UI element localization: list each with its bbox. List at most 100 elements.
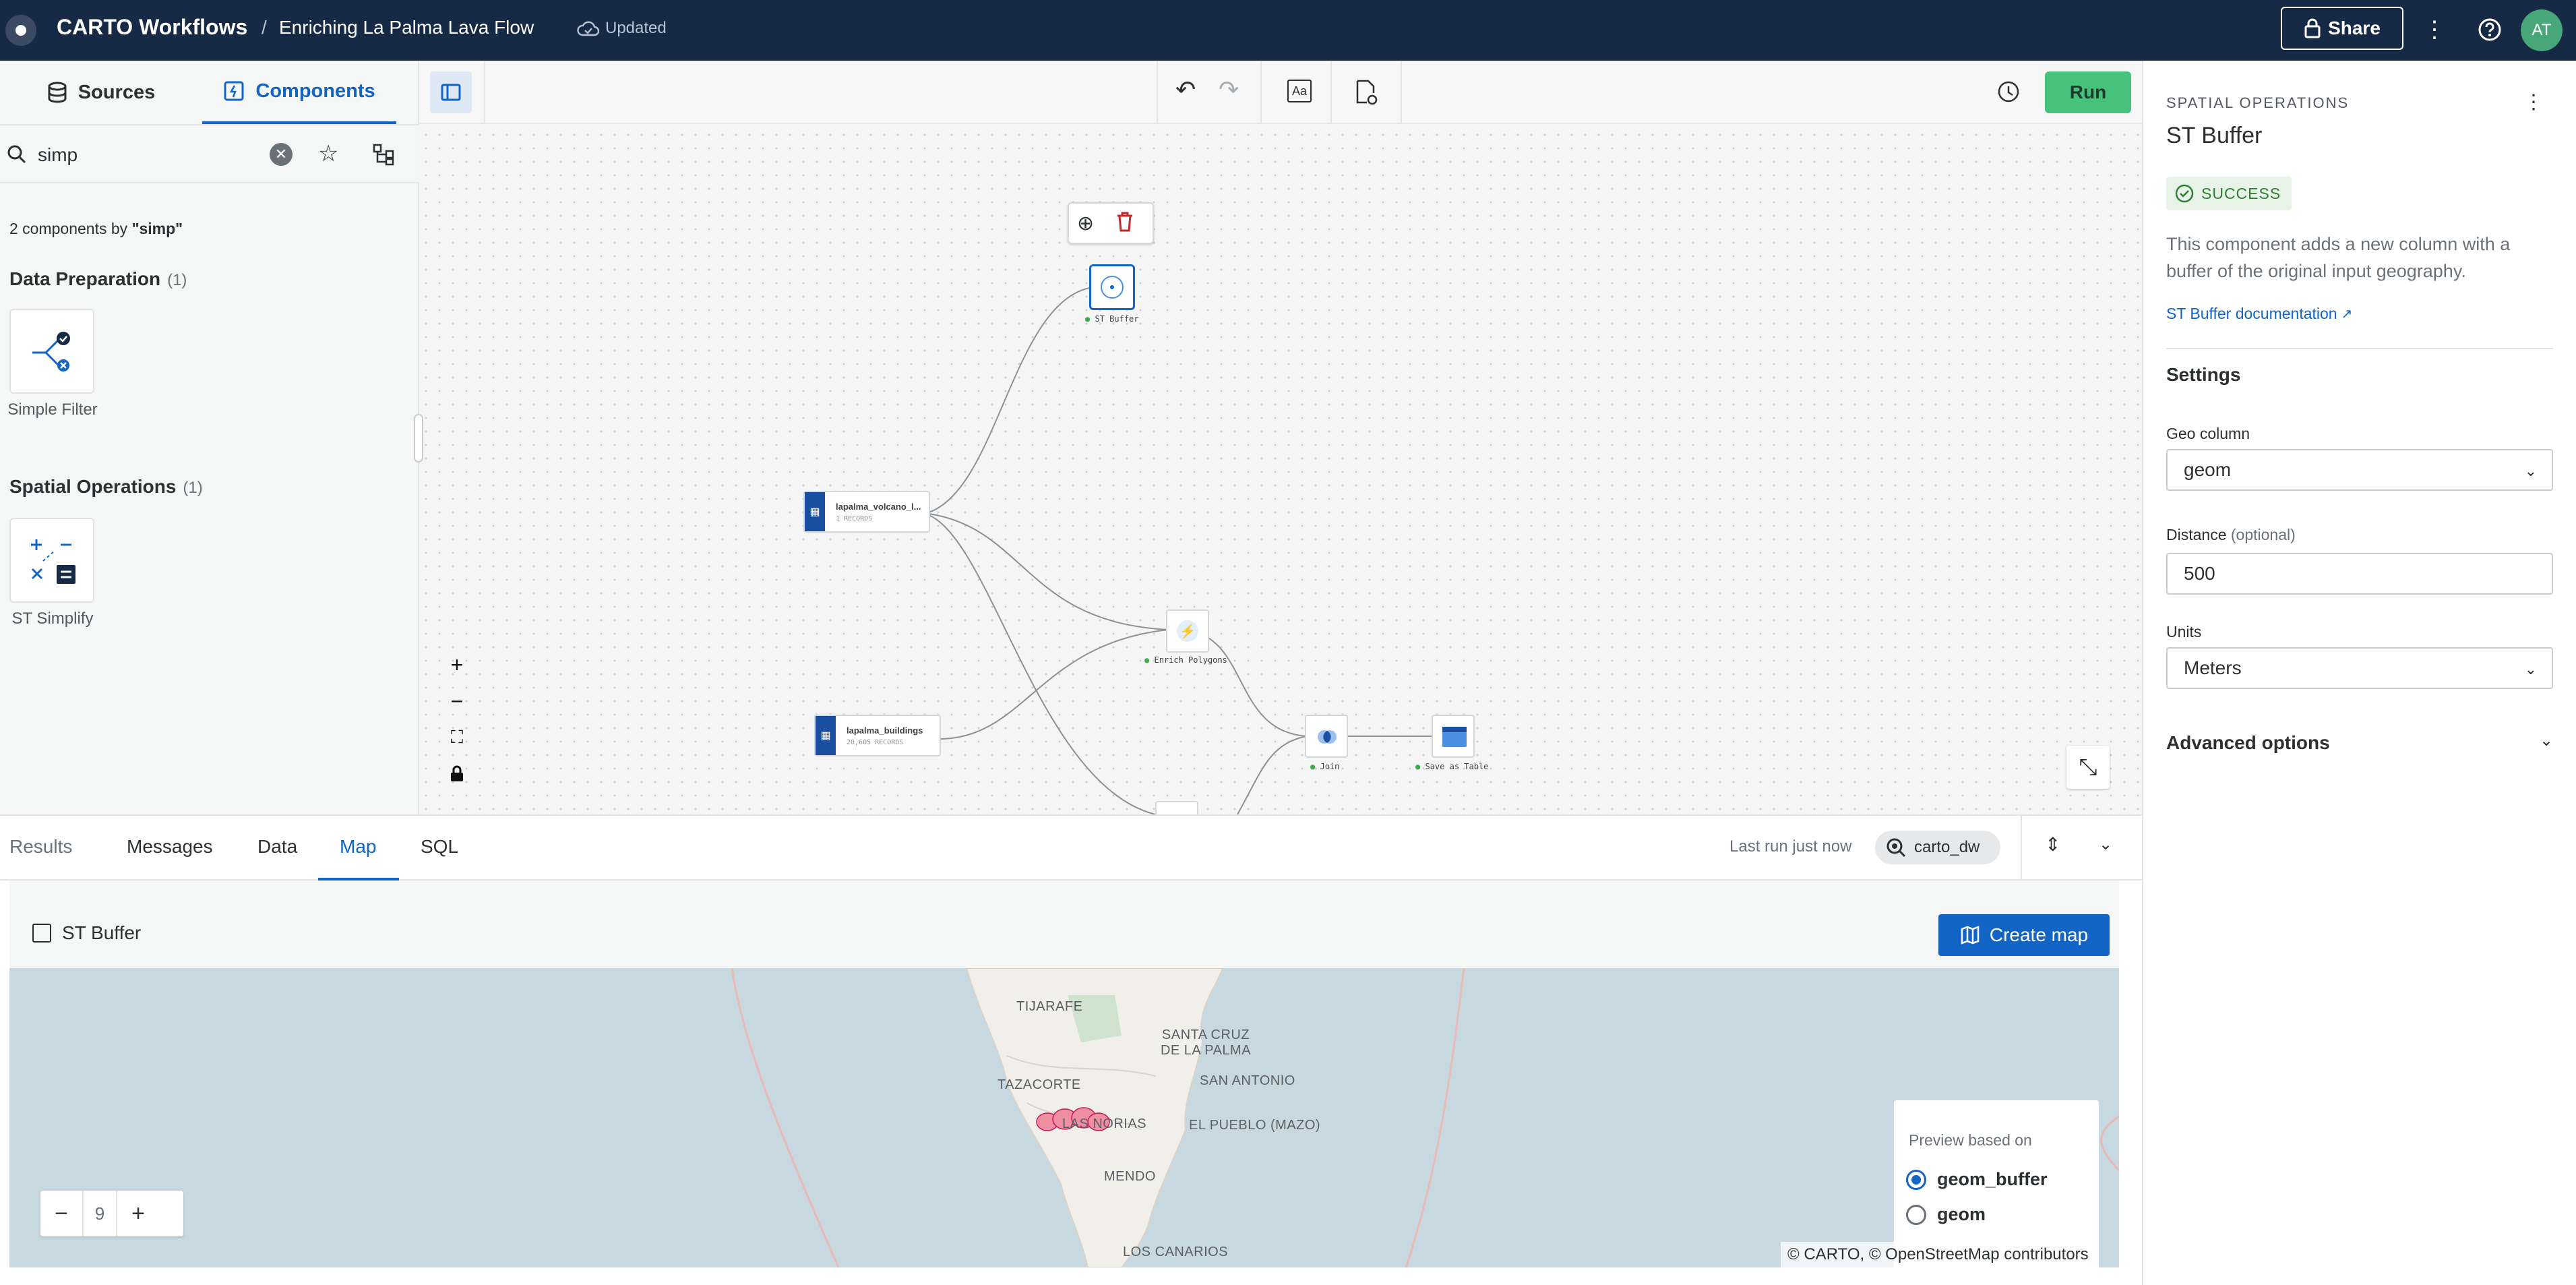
components-panel: Sources Components ✕ ☆ 2 components by "… bbox=[0, 61, 419, 814]
clear-search-icon[interactable]: ✕ bbox=[270, 143, 293, 166]
tab-messages[interactable]: Messages bbox=[127, 836, 213, 858]
component-st-simplify[interactable] bbox=[9, 518, 94, 603]
radio-selected[interactable] bbox=[1906, 1169, 1926, 1190]
run-button[interactable]: Run bbox=[2045, 71, 2131, 113]
search-icon bbox=[7, 145, 26, 164]
connection-search-icon bbox=[1887, 838, 1906, 858]
tab-sources[interactable]: Sources bbox=[0, 61, 202, 124]
undo-icon[interactable]: ↶ bbox=[1175, 76, 1196, 104]
geo-column-label: Geo column bbox=[2166, 425, 2250, 442]
node-lapalma-buildings-label: lapalma_buildings bbox=[847, 725, 923, 736]
component-description: This component adds a new column with a … bbox=[2166, 234, 2511, 281]
preview-option-geom[interactable]: geom bbox=[1906, 1204, 1986, 1225]
help-icon[interactable] bbox=[2475, 15, 2505, 44]
preview-title: Preview based on bbox=[1909, 1131, 2032, 1149]
tab-data[interactable]: Data bbox=[257, 836, 297, 858]
distance-input[interactable]: 500 bbox=[2166, 553, 2553, 595]
tree-view-icon[interactable] bbox=[372, 143, 395, 166]
radio-unselected[interactable] bbox=[1906, 1204, 1926, 1225]
node-join[interactable] bbox=[1305, 715, 1348, 758]
component-inspector: SPATIAL OPERATIONS ⋮ ST Buffer SUCCESS T… bbox=[2142, 61, 2576, 1285]
panel-resize-handle[interactable] bbox=[414, 414, 423, 462]
tab-sql[interactable]: SQL bbox=[421, 836, 458, 858]
workflow-title[interactable]: Enriching La Palma Lava Flow bbox=[279, 17, 534, 38]
component-simple-filter[interactable] bbox=[9, 309, 94, 394]
distance-optional: (optional) bbox=[2230, 526, 2296, 543]
status-badge: SUCCESS bbox=[2166, 177, 2292, 210]
map-zoom-in-icon[interactable]: + bbox=[117, 1191, 159, 1236]
tab-components[interactable]: Components bbox=[202, 61, 396, 124]
result-count-term: "simp" bbox=[131, 220, 183, 237]
map-panel-title: ST Buffer bbox=[62, 922, 142, 943]
units-value: Meters bbox=[2184, 657, 2242, 678]
history-icon[interactable] bbox=[1996, 80, 2021, 104]
delete-node-icon[interactable] bbox=[1115, 210, 1144, 237]
result-count-prefix: 2 components by bbox=[9, 220, 132, 237]
documentation-link[interactable]: ST Buffer documentation ↗ bbox=[2166, 305, 2352, 323]
create-map-label: Create map bbox=[1989, 924, 2089, 945]
create-map-button[interactable]: Create map bbox=[1938, 914, 2110, 956]
chevron-down-icon[interactable]: ⌄ bbox=[2099, 835, 2112, 854]
map-preview[interactable]: TIJARAFE SANTA CRUZ DE LA PALMA TAZACORT… bbox=[9, 968, 2119, 1267]
search-input[interactable] bbox=[38, 140, 260, 170]
node-partial[interactable] bbox=[1155, 801, 1198, 816]
map-zoom-out-icon[interactable]: − bbox=[40, 1191, 82, 1236]
tab-map[interactable]: Map bbox=[340, 836, 376, 858]
more-vertical-icon[interactable]: ⋮ bbox=[2420, 15, 2449, 44]
duplicate-node-icon[interactable]: ⊕ bbox=[1077, 212, 1094, 235]
share-label: Share bbox=[2328, 18, 2381, 38]
map-icon bbox=[1961, 926, 1980, 945]
node-save-as-table-label: Save as Table bbox=[1425, 762, 1489, 771]
redo-icon[interactable]: ↷ bbox=[1219, 76, 1239, 104]
chevron-down-icon: ⌄ bbox=[2524, 661, 2537, 678]
node-lapalma-volcano[interactable]: ▦ lapalma_volcano_l... 1 RECORDS bbox=[803, 491, 930, 533]
components-icon bbox=[224, 81, 244, 101]
node-enrich-polygons[interactable]: ⚡ bbox=[1166, 609, 1209, 653]
units-label: Units bbox=[2166, 623, 2202, 640]
text-annotation-icon[interactable]: Aa bbox=[1287, 80, 1312, 102]
toggle-sidebar-icon[interactable] bbox=[430, 71, 472, 113]
tab-results[interactable]: Results bbox=[9, 836, 72, 858]
last-run-status: Last run just now bbox=[1729, 837, 1852, 856]
lightning-icon: ⚡ bbox=[1177, 620, 1198, 642]
geo-column-select[interactable]: geom ⌄ bbox=[2166, 449, 2553, 491]
map-label: SAN ANTONIO bbox=[1200, 1073, 1295, 1088]
map-label: SANTA CRUZ DE LA PALMA bbox=[1160, 1027, 1252, 1058]
distance-value: 500 bbox=[2184, 563, 2215, 584]
simple-filter-icon bbox=[32, 332, 70, 371]
units-select[interactable]: Meters ⌄ bbox=[2166, 647, 2553, 689]
tab-sources-label: Sources bbox=[78, 81, 156, 103]
map-label: LAS NORIAS bbox=[1062, 1116, 1147, 1131]
node-join-label: Join bbox=[1320, 762, 1340, 771]
zoom-in-icon[interactable]: + bbox=[439, 647, 474, 682]
check-circle-icon bbox=[2175, 184, 2194, 203]
status-label: SUCCESS bbox=[2201, 184, 2281, 202]
options-menu-icon[interactable]: ⋮ bbox=[2523, 90, 2544, 114]
share-button[interactable]: Share bbox=[2281, 7, 2403, 50]
expand-canvas-icon[interactable]: ⤡ bbox=[2066, 746, 2110, 789]
map-label: LOS CANARIOS bbox=[1123, 1245, 1229, 1259]
carto-logo-icon[interactable] bbox=[5, 15, 36, 46]
expand-collapse-icon[interactable]: ⇕ bbox=[2045, 833, 2060, 856]
connection-chip[interactable]: carto_dw bbox=[1875, 831, 2000, 864]
avatar[interactable]: AT bbox=[2521, 9, 2563, 51]
advanced-options-toggle[interactable]: Advanced options bbox=[2166, 732, 2330, 754]
node-st-buffer[interactable] bbox=[1089, 264, 1135, 310]
fit-view-icon[interactable]: ⛶ bbox=[439, 720, 474, 755]
connection-name: carto_dw bbox=[1914, 838, 1980, 856]
chevron-down-icon[interactable]: ⌄ bbox=[2540, 731, 2553, 750]
map-attribution[interactable]: © CARTO, © OpenStreetMap contributors bbox=[1781, 1242, 2095, 1267]
st-simplify-icon bbox=[31, 539, 75, 584]
star-icon[interactable]: ☆ bbox=[318, 140, 338, 167]
lock-canvas-icon[interactable] bbox=[439, 756, 474, 791]
divider bbox=[2166, 348, 2553, 349]
node-save-as-table[interactable] bbox=[1432, 715, 1475, 758]
table-icon: ▦ bbox=[816, 716, 836, 755]
node-lapalma-buildings[interactable]: ▦ lapalma_buildings 20,605 RECORDS bbox=[814, 715, 941, 756]
results-tabs: Results Messages Data Map SQL Last run j… bbox=[0, 814, 2142, 882]
table-icon: ▦ bbox=[805, 492, 825, 531]
preview-option-geom-buffer[interactable]: geom_buffer bbox=[1906, 1169, 2048, 1190]
external-link-icon: ↗ bbox=[2341, 307, 2353, 322]
export-file-icon[interactable] bbox=[1355, 80, 1379, 105]
zoom-out-icon[interactable]: − bbox=[439, 684, 474, 719]
